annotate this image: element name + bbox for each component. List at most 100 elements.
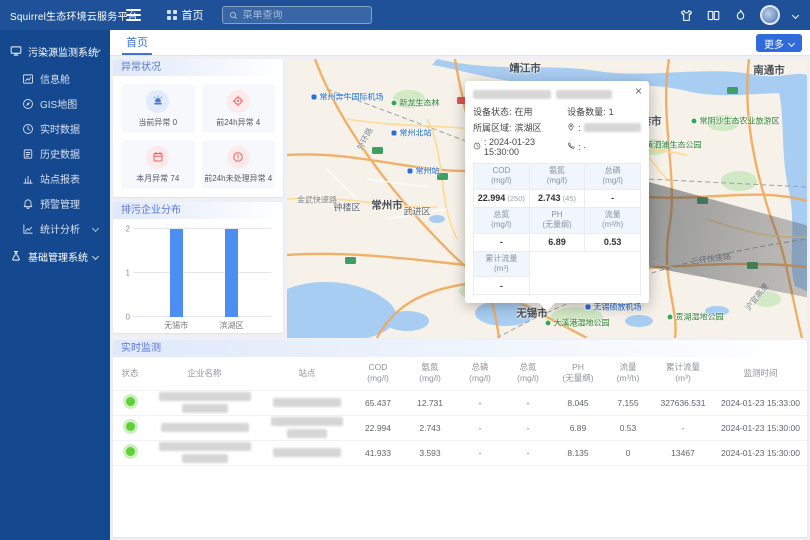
search-input[interactable]	[243, 10, 365, 21]
column-header: 总氮(mg/l)	[504, 357, 552, 390]
column-header: 站点	[262, 357, 352, 390]
param-value: -	[474, 277, 530, 295]
param-unit: (mg/l)	[476, 220, 527, 230]
sidebar-item-6[interactable]: 预警管理	[0, 191, 110, 216]
x-tick-label: 无锡市	[164, 320, 188, 331]
table-row[interactable]: 22.9942.743--6.890.53-2024-01-23 15:30:0…	[113, 415, 807, 440]
map-label-text: 武进区	[403, 207, 430, 217]
sidebar-item-2[interactable]: GIS地图	[0, 91, 110, 116]
popup-info-value: 滨湖区	[515, 121, 542, 134]
transit-poi-icon	[407, 168, 414, 175]
column-name: 流量	[605, 362, 651, 373]
popup-arrow	[539, 303, 555, 319]
value-cell: 2024-01-23 15:30:00	[714, 440, 807, 465]
status-cell	[113, 390, 147, 415]
map-city-label: 常州市	[371, 198, 403, 213]
column-header: 总磷(mg/l)	[456, 357, 504, 390]
value-cell: 2024-01-23 15:30:00	[714, 415, 807, 440]
gis-map[interactable]: 靖江市南通市常州市无锡市港市钟楼区武进区滨湖区金武快速路三环快速路沪宜高速外环路…	[287, 59, 807, 338]
value-cell: 8.135	[552, 440, 604, 465]
split-screen-icon[interactable]	[706, 8, 720, 22]
abnormal-cards: 当前异常 0前24h异常 4本月异常 74前24h未处理异常 4	[113, 76, 283, 197]
table-row[interactable]: 65.43712.731--8.0457.155327636.5312024-0…	[113, 390, 807, 415]
gridline	[133, 272, 271, 273]
table-row[interactable]: 41.9333.593--8.1350134672024-01-23 15:30…	[113, 440, 807, 465]
sidebar-item-label: GIS地图	[40, 96, 77, 111]
map-icon	[22, 98, 34, 110]
close-icon[interactable]: ×	[635, 85, 642, 97]
realtime-panel: 实时监测 状态企业名称站点COD(mg/l)氨氮(mg/l)总磷(mg/l)总氮…	[113, 340, 807, 537]
param-name: 总磷	[587, 166, 638, 176]
sidebar-item-8[interactable]: 基础管理系统	[0, 241, 110, 271]
transit-poi-icon	[585, 304, 592, 311]
column-name: PH	[553, 362, 603, 373]
bar-1	[225, 229, 238, 317]
bar-0	[170, 229, 183, 317]
popup-info-0: 设备状态:在用	[473, 105, 567, 118]
redacted-company-name	[147, 423, 262, 432]
park-poi-icon	[667, 314, 674, 321]
param-value: 6.89	[529, 233, 585, 251]
stat-card-1: 前24h异常 4	[202, 84, 276, 133]
value-cell: 0.53	[604, 415, 652, 440]
value-cell: 65.437	[352, 390, 404, 415]
map-label-text: 金武快速路	[297, 196, 337, 205]
sidebar-item-7[interactable]: 统计分析	[0, 216, 110, 241]
param-value: -	[585, 189, 641, 207]
hamburger-icon[interactable]	[126, 6, 141, 24]
chevron-down-icon[interactable]	[792, 11, 799, 18]
value-cell: -	[652, 415, 714, 440]
stat-card-label: 前24h异常 4	[216, 117, 260, 128]
menu-search[interactable]	[222, 6, 372, 24]
theme-shirt-icon[interactable]	[679, 8, 693, 22]
sidebar-item-3[interactable]: 实时数据	[0, 116, 110, 141]
popup-table: COD(mg/l)氨氮(mg/l)总磷(mg/l)22.994 (250)2.7…	[473, 163, 641, 295]
map-label-text: 黄泗浦生态公园	[646, 140, 702, 151]
column-unit: (mg/l)	[353, 373, 403, 384]
redacted-text	[273, 448, 341, 457]
param-unit: (m³/h)	[587, 220, 638, 230]
map-label-text: 新龙生态林	[400, 98, 440, 109]
sidebar-item-label: 预警管理	[40, 196, 80, 211]
siren-icon	[146, 90, 169, 113]
param-limit: (45)	[561, 194, 576, 203]
sidebar-item-5[interactable]: 站点报表	[0, 166, 110, 191]
station-cell	[262, 415, 352, 440]
param-name: 总氮	[476, 210, 527, 220]
x-tick-label: 滨湖区	[219, 320, 243, 331]
sidebar-item-4[interactable]: 历史数据	[0, 141, 110, 166]
tab-home[interactable]: 首页	[122, 30, 152, 55]
popup-info-label: : ·	[578, 142, 586, 152]
map-district-label: 钟楼区	[333, 201, 360, 214]
column-header: 企业名称	[147, 357, 262, 390]
map-transit-poi: 常州北站	[391, 128, 432, 139]
company-name-cell	[147, 440, 262, 465]
breadcrumb-home-label: 首页	[182, 7, 204, 23]
map-label-text: 靖江市	[509, 63, 541, 75]
column-name: 状态	[114, 368, 146, 379]
map-label-text: 常阴沙生态农业旅游区	[700, 116, 780, 127]
user-avatar[interactable]	[760, 5, 780, 25]
more-button[interactable]: 更多	[756, 34, 802, 52]
column-unit: (mg/l)	[505, 373, 551, 384]
column-name: COD	[353, 362, 403, 373]
sidebar-item-1[interactable]: 信息舱	[0, 66, 110, 91]
param-limit: (250)	[505, 194, 525, 203]
value-cell: 8.045	[552, 390, 604, 415]
flame-icon[interactable]	[733, 8, 747, 22]
column-name: 总磷	[457, 362, 503, 373]
param-value: 22.994 (250)	[474, 189, 530, 207]
redacted-company-name	[147, 442, 262, 463]
sidebar-item-0[interactable]: 污染源监测系统	[0, 36, 110, 66]
redacted-text	[273, 398, 341, 407]
column-header: COD(mg/l)	[352, 357, 404, 390]
map-label-text: 常州奔牛国际机场	[320, 92, 384, 103]
breadcrumb[interactable]: 首页	[167, 7, 204, 23]
param-name: PH	[532, 210, 583, 220]
value-cell: 327636.531	[652, 390, 714, 415]
param-header: 总氮(mg/l)	[474, 207, 530, 233]
monitor-table: 状态企业名称站点COD(mg/l)氨氮(mg/l)总磷(mg/l)总氮(mg/l…	[113, 357, 807, 466]
stats-icon	[22, 223, 34, 235]
column-header: PH(无量纲)	[552, 357, 604, 390]
redacted-text	[159, 442, 251, 451]
